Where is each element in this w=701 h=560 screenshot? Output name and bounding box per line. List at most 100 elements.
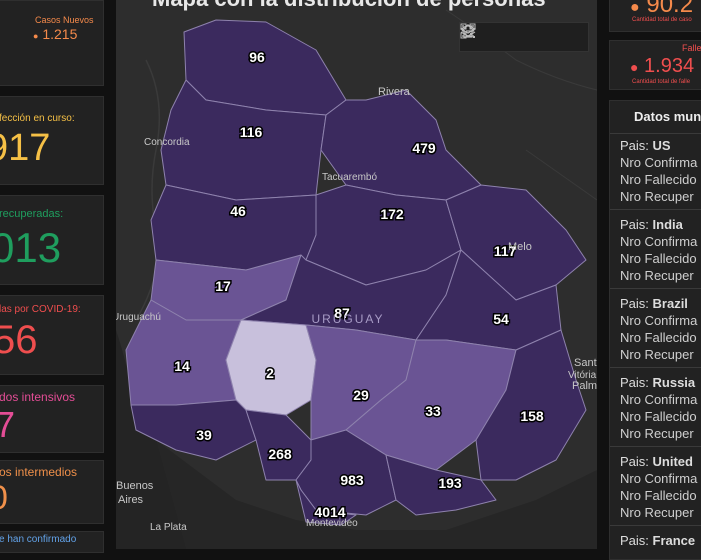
- country-name: Brazil: [652, 296, 688, 311]
- department-value-label: 479: [412, 140, 436, 156]
- casos-nuevos-panel: Casos Nuevos ● 1.215: [0, 0, 104, 86]
- country-stat-row: Nro Confirma: [620, 234, 698, 249]
- recuperadas-label: recuperadas:: [0, 208, 64, 220]
- country-stat-row: Nro Fallecido: [620, 488, 697, 503]
- country-item[interactable]: Pais: France: [620, 532, 701, 549]
- country-name: Russia: [652, 375, 696, 390]
- fallecidos-label: Falle: [682, 43, 701, 53]
- casos-nuevos-label: Casos Nuevos: [35, 15, 94, 25]
- department-value-label: 14: [174, 358, 190, 374]
- infeccion-value: 917: [0, 127, 51, 169]
- recuperadas-value: 013: [0, 224, 62, 271]
- department-value-label: 983: [340, 472, 364, 488]
- recuperadas-panel: recuperadas: 013: [0, 195, 104, 285]
- infeccion-label: fección en curso:: [0, 113, 75, 124]
- intensivos-label: dos intensivos: [0, 390, 76, 404]
- warning-icon: ●: [630, 59, 639, 75]
- intermedios-label: os intermedios: [0, 465, 78, 479]
- map-title: Mapa con la distribución de personas: [152, 0, 546, 12]
- fallecidos-caption: Cantidad total de falle: [632, 79, 691, 85]
- department-value-label: 29: [353, 387, 369, 403]
- datos-mundiales-panel[interactable]: Datos mun Pais: US Nro Confirma Nro Fallec…: [609, 100, 701, 560]
- department-value-label: 54: [493, 311, 509, 327]
- country-prefix: Pais:: [620, 375, 653, 390]
- place-label: La Plata: [150, 522, 187, 533]
- country-item[interactable]: Pais: India Nro Confirma Nro Fallecido Nro …: [610, 216, 701, 289]
- country-stat-row: Nro Confirma: [620, 392, 698, 407]
- country-label: URUGUAY: [311, 312, 384, 326]
- fallecidas-label: las por COVID-19:: [0, 304, 81, 315]
- total-casos-panel: ● 90.2 Cantidad total de caso: [609, 0, 701, 32]
- qr-button[interactable]: [460, 23, 588, 51]
- casos-nuevos-value: 1.215: [42, 26, 78, 42]
- total-casos-value: 90.2: [646, 0, 694, 18]
- place-label: Concordia: [144, 137, 190, 148]
- divider: [610, 133, 701, 134]
- place-label: Aires: [118, 494, 144, 506]
- place-label: Palm: [572, 380, 597, 392]
- department-value-label: 96: [249, 49, 265, 65]
- country-prefix: Pais:: [620, 454, 653, 469]
- country-prefix: Pais:: [620, 533, 653, 548]
- country-divider: [610, 209, 701, 210]
- place-label: Uruguachú: [116, 312, 161, 323]
- map-canvas[interactable]: 9611647946 1721171787 5414 22933 15839268983…: [116, 0, 597, 549]
- country-stat-row: Nro Recuper: [620, 347, 694, 362]
- country-stat-row: Nro Recuper: [620, 189, 694, 204]
- fallecidas-value: 56: [0, 318, 38, 362]
- department-value-label: 116: [240, 124, 263, 140]
- map-toolbar: [459, 22, 589, 52]
- country-item[interactable]: Pais: Brazil Nro Confirma Nro Fallecido Nro…: [610, 295, 701, 368]
- place-label: Tacuarembó: [322, 172, 377, 183]
- country-divider: [610, 446, 701, 447]
- country-prefix: Pais:: [620, 217, 653, 232]
- layers-button[interactable]: [460, 23, 556, 51]
- country-name: United: [652, 454, 693, 469]
- legend-button[interactable]: [462, 23, 524, 51]
- total-casos-caption: Cantidad total de caso: [632, 17, 692, 23]
- country-prefix: Pais:: [620, 296, 653, 311]
- department-value-label: 268: [268, 446, 292, 462]
- confirmados-panel: e han confirmado: [0, 531, 104, 553]
- alert-icon: ●: [630, 0, 640, 16]
- country-name: US: [652, 138, 671, 153]
- country-item[interactable]: Pais: United Nro Confirma Nro Fallecido Nro…: [610, 453, 701, 526]
- fallecidas-panel: las por COVID-19: 56: [0, 295, 104, 375]
- department-value-label: 39: [196, 427, 212, 443]
- place-label: Melo: [508, 241, 532, 253]
- country-divider: [610, 525, 701, 526]
- place-label: Buenos: [116, 480, 154, 492]
- department-value-label: 17: [215, 278, 231, 294]
- country-prefix: Pais:: [620, 138, 653, 153]
- country-stat-row: Nro Fallecido: [620, 330, 697, 345]
- place-label: Sant: [574, 357, 597, 369]
- country-stat-row: Nro Recuper: [620, 505, 694, 520]
- intermedios-panel: os intermedios 0: [0, 460, 104, 524]
- datos-mundiales-title: Datos mun: [634, 109, 701, 124]
- country-stat-row: Nro Fallecido: [620, 172, 697, 187]
- department-value-label: 46: [230, 203, 246, 219]
- department-value-label: 193: [438, 475, 462, 491]
- country-divider: [610, 367, 701, 368]
- infeccion-panel: fección en curso: 917: [0, 96, 104, 185]
- department-value-label: 33: [425, 403, 441, 419]
- casos-nuevos-value-row: ● 1.215: [33, 26, 77, 42]
- country-item[interactable]: Pais: US Nro Confirma Nro Fallecido Nro Rec…: [610, 137, 701, 210]
- country-stat-row: Nro Fallecido: [620, 409, 697, 424]
- country-stat-row: Nro Recuper: [620, 268, 694, 283]
- fallecidos-value: 1.934: [644, 55, 695, 77]
- fallecidos-panel: Falle ● 1.934 Cantidad total de falle: [609, 40, 701, 90]
- confirmados-label: e han confirmado: [0, 534, 77, 545]
- department-value-label: 172: [380, 206, 404, 222]
- place-label: Rivera: [378, 86, 411, 98]
- country-item[interactable]: Pais: Russia Nro Confirma Nro Fallecido Nro…: [610, 374, 701, 447]
- country-stat-row: Nro Fallecido: [620, 251, 697, 266]
- department-value-label: 2: [266, 365, 274, 381]
- intensivos-panel: dos intensivos 7: [0, 385, 104, 453]
- country-stat-row: Nro Confirma: [620, 155, 698, 170]
- uruguay-map[interactable]: 96 116 479 46 172 117 17 87 54 14 2 29 33 158 39 268 983…: [116, 0, 597, 549]
- place-label: Montevideo: [306, 518, 358, 529]
- intermedios-value: 0: [0, 479, 8, 518]
- country-stat-row: Nro Confirma: [620, 313, 698, 328]
- department-value-label: 158: [520, 408, 544, 424]
